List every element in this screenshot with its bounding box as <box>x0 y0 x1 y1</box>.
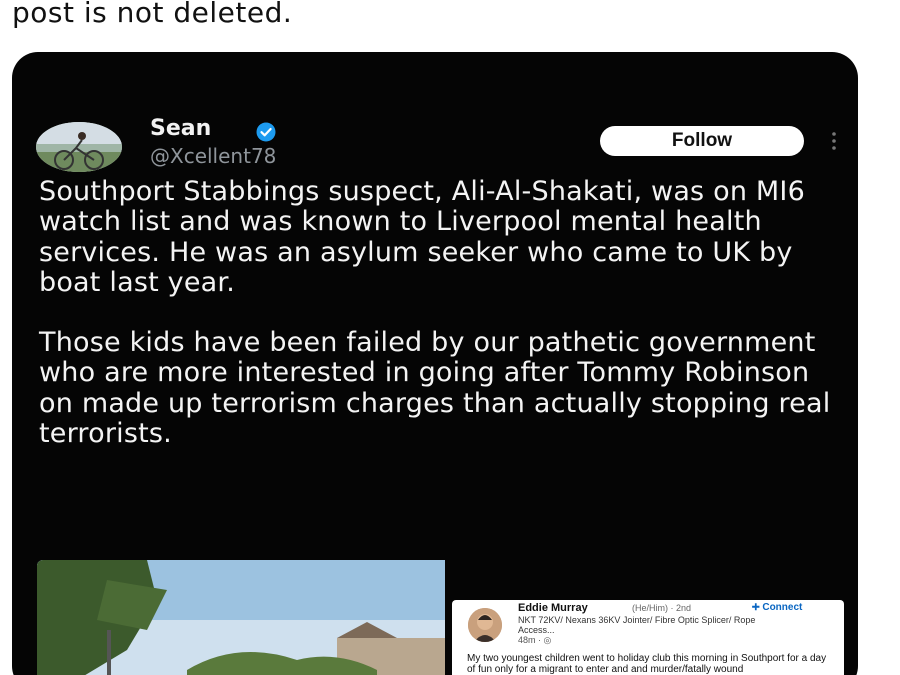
embed-post-text: My two youngest children went to holiday… <box>467 653 827 675</box>
embedded-linkedin-post[interactable]: Eddie Murray (He/Him) · 2nd ➕︎ Connect N… <box>452 600 844 675</box>
street-scene-image <box>37 560 445 675</box>
profile-avatar[interactable] <box>36 122 122 172</box>
post-caption: post is not deleted. <box>12 0 293 29</box>
connect-label: Connect <box>762 602 803 613</box>
user-plus-icon: ➕︎ <box>752 602 760 613</box>
tweet-body: Southport Stabbings suspect, Ali-Al-Shak… <box>39 176 851 479</box>
user-handle[interactable]: @Xcellent78 <box>150 144 276 168</box>
globe-icon: ◎ <box>543 635 552 645</box>
display-name[interactable]: Sean <box>150 116 211 141</box>
avatar-image <box>36 122 122 172</box>
embed-timestamp: 48m · ◎ <box>518 635 551 646</box>
embed-time-text: 48m · <box>518 635 544 645</box>
tweet-photo[interactable] <box>37 560 445 675</box>
more-vertical-icon[interactable] <box>830 130 838 152</box>
connect-button[interactable]: ➕︎ Connect <box>752 602 802 613</box>
tweet-paragraph: Southport Stabbings suspect, Ali-Al-Shak… <box>39 176 805 298</box>
embed-author-headline: NKT 72KV/ Nexans 36KV Jointer/ Fibre Opt… <box>518 615 756 635</box>
tweet-paragraph: Those kids have been failed by our pathe… <box>39 327 831 450</box>
embed-avatar[interactable] <box>468 608 502 642</box>
embed-avatar-image <box>468 608 502 642</box>
tweet-card: Sean @Xcellent78 Follow Southport Stabbi… <box>12 52 858 675</box>
embed-author-name[interactable]: Eddie Murray <box>518 602 588 614</box>
embed-author-meta: (He/Him) · 2nd <box>632 603 692 613</box>
verified-badge-icon <box>256 122 276 142</box>
follow-button[interactable]: Follow <box>600 126 804 156</box>
